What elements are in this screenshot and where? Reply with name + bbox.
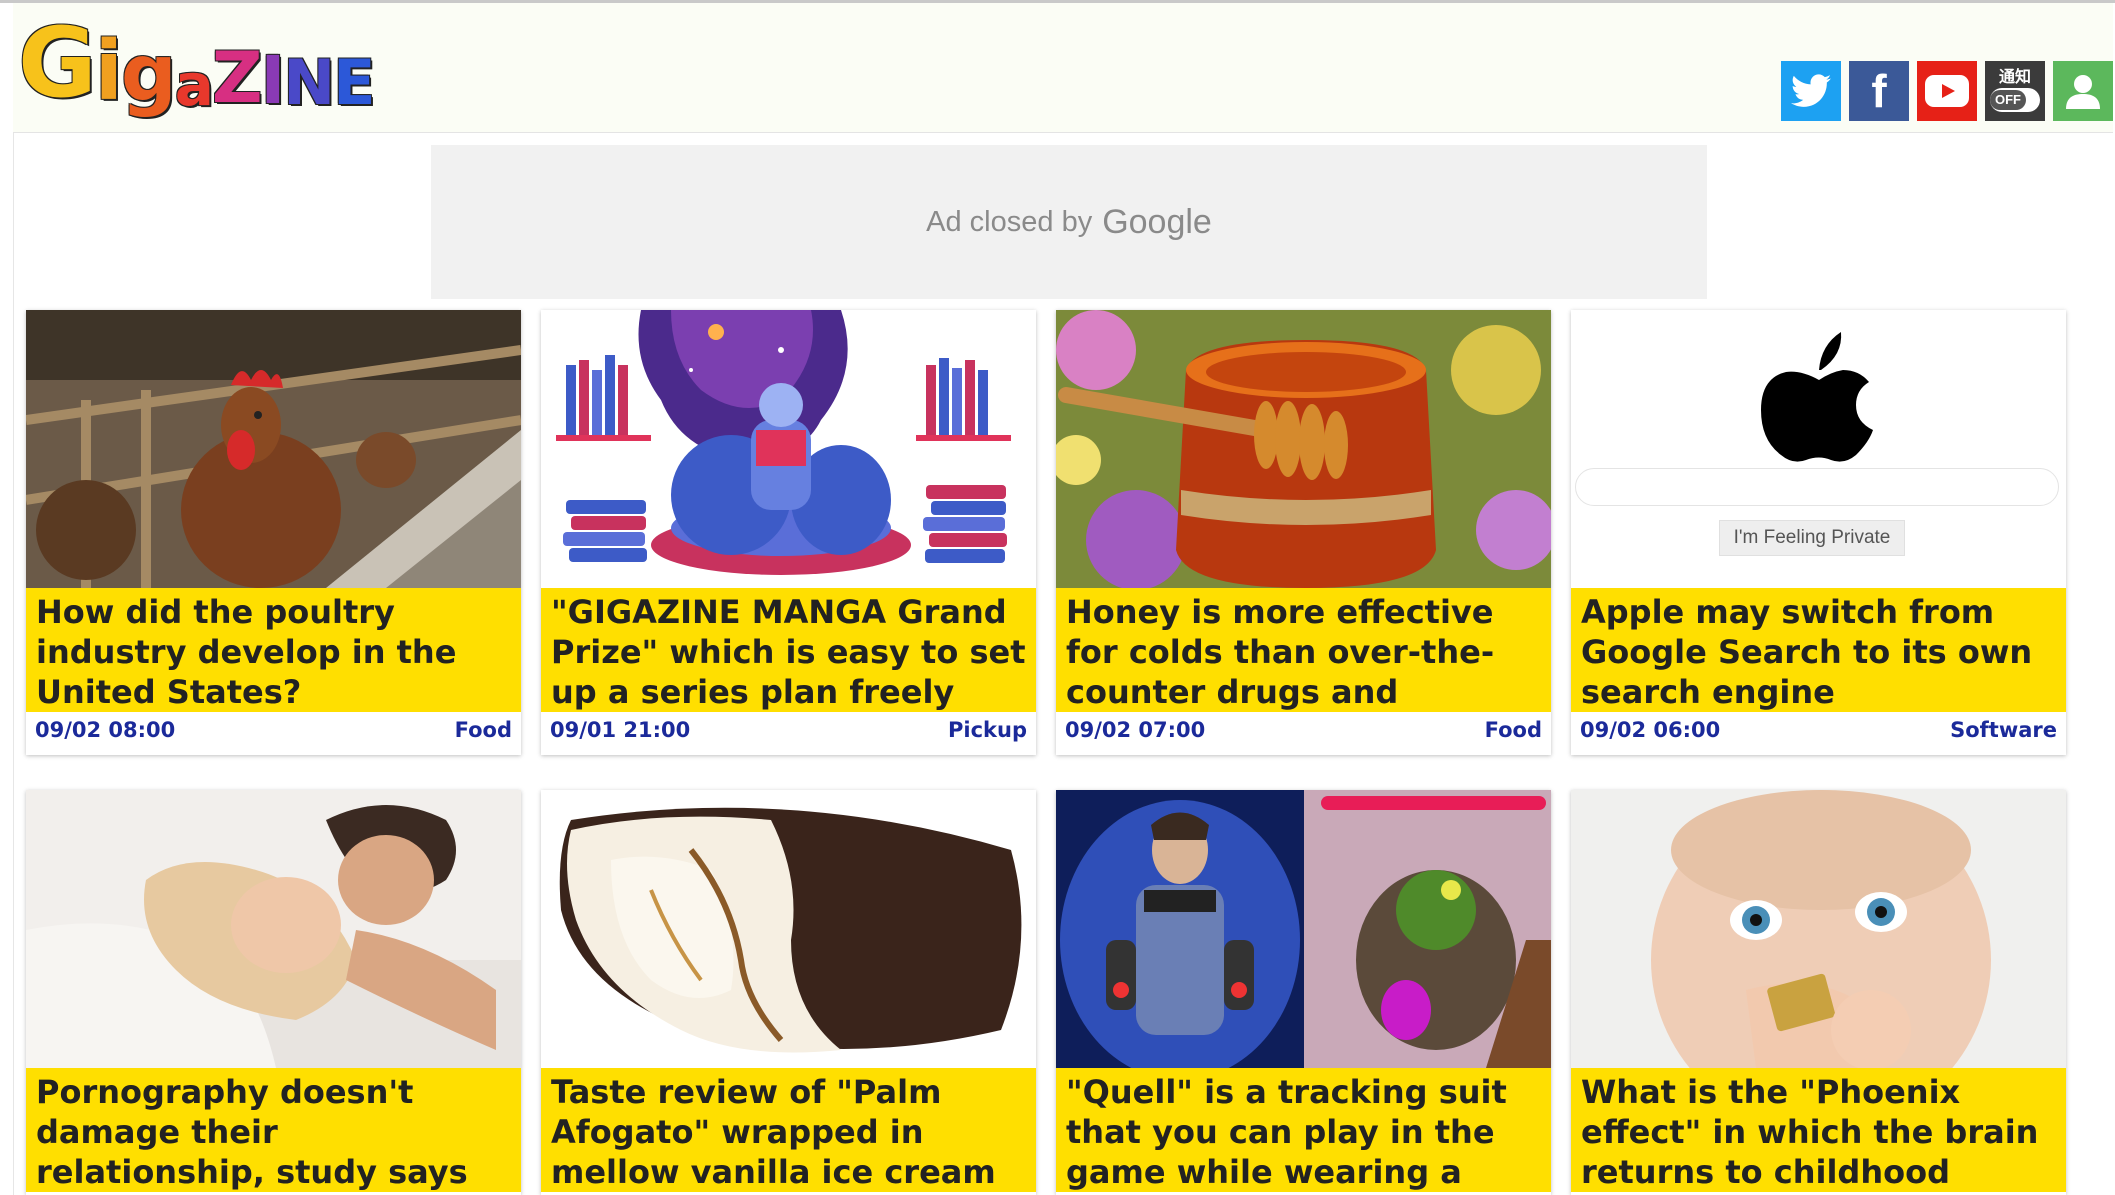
article-meta: 09/02 06:00 Software xyxy=(1571,712,2066,748)
article-title[interactable]: Honey is more effective for colds than o… xyxy=(1056,588,1551,712)
ad-slot: Ad closed by Google xyxy=(431,145,1707,299)
article-date: 09/02 08:00 xyxy=(35,718,176,742)
reading-illustration-image xyxy=(541,310,1036,588)
article-title[interactable]: Apple may switch from Google Search to i… xyxy=(1571,588,2066,712)
social-links: f 通知 OFF xyxy=(1781,61,2113,121)
tracking-suit-game-image xyxy=(1056,790,1551,1068)
article-card[interactable]: I'm Feeling Private Apple may switch fro… xyxy=(1571,310,2066,755)
youtube-icon xyxy=(1925,75,1969,107)
notification-label: 通知 xyxy=(1998,69,2031,86)
hen-in-cage-image xyxy=(26,310,521,588)
article-title[interactable]: What is the "Phoenix effect" in which th… xyxy=(1571,1068,2066,1192)
youtube-button[interactable] xyxy=(1917,61,1977,121)
honey-jar-image xyxy=(1056,310,1551,588)
notification-toggle[interactable]: 通知 OFF xyxy=(1985,61,2045,121)
article-card[interactable]: "Quell" is a tracking suit that you can … xyxy=(1056,790,1551,1195)
article-card[interactable]: Taste review of "Palm Afogato" wrapped i… xyxy=(541,790,1036,1195)
feeling-private-button: I'm Feeling Private xyxy=(1719,520,1905,556)
article-thumbnail[interactable] xyxy=(1571,790,2066,1068)
article-category[interactable]: Pickup xyxy=(948,718,1027,742)
article-category[interactable]: Software xyxy=(1950,718,2057,742)
couple-image xyxy=(26,790,521,1068)
article-meta: 09/01 21:00 Pickup xyxy=(541,712,1036,748)
logo-letter: i xyxy=(94,24,123,119)
site-logo[interactable]: G i g a Z I N E xyxy=(18,7,375,119)
logo-letter: I xyxy=(260,42,286,119)
article-title[interactable]: "GIGAZINE MANGA Grand Prize" which is ea… xyxy=(541,588,1036,712)
article-category[interactable]: Food xyxy=(1485,718,1542,742)
article-date: 09/01 21:00 xyxy=(550,718,691,742)
article-meta: 09/02 07:00 Food xyxy=(1056,712,1551,748)
logo-letter: Z xyxy=(211,37,263,119)
article-thumbnail[interactable]: I'm Feeling Private xyxy=(1571,310,2066,588)
article-date: 09/02 06:00 xyxy=(1580,718,1721,742)
article-card[interactable]: "GIGAZINE MANGA Grand Prize" which is ea… xyxy=(541,310,1036,755)
article-thumbnail[interactable] xyxy=(1056,310,1551,588)
article-thumbnail[interactable] xyxy=(26,790,521,1068)
search-bar xyxy=(1575,468,2059,506)
ad-closed-text: Ad closed by xyxy=(926,205,1093,238)
article-thumbnail[interactable] xyxy=(541,310,1036,588)
facebook-button[interactable]: f xyxy=(1849,61,1909,121)
toggle-switch: OFF xyxy=(1990,88,2040,112)
article-thumbnail[interactable] xyxy=(541,790,1036,1068)
logo-letter: E xyxy=(333,46,375,119)
article-title[interactable]: Taste review of "Palm Afogato" wrapped i… xyxy=(541,1068,1036,1192)
google-logo: Google xyxy=(1102,202,1212,241)
article-date: 09/02 07:00 xyxy=(1065,718,1206,742)
baby-image xyxy=(1571,790,2066,1068)
article-thumbnail[interactable] xyxy=(1056,790,1551,1068)
user-icon xyxy=(2066,75,2100,109)
article-title[interactable]: "Quell" is a tracking suit that you can … xyxy=(1056,1068,1551,1192)
logo-letter: g xyxy=(120,29,177,119)
ice-cream-bar-image xyxy=(541,790,1036,1068)
article-category[interactable]: Food xyxy=(455,718,512,742)
main-content: Ad closed by Google How did the poultry … xyxy=(13,133,2103,1195)
twitter-button[interactable] xyxy=(1781,61,1841,121)
article-card[interactable]: What is the "Phoenix effect" in which th… xyxy=(1571,790,2066,1195)
logo-letter: G xyxy=(18,7,97,119)
logo-letter: N xyxy=(283,46,335,119)
user-button[interactable] xyxy=(2053,61,2113,121)
twitter-icon xyxy=(1791,74,1831,107)
facebook-icon: f xyxy=(1871,65,1887,117)
article-card[interactable]: How did the poultry industry develop in … xyxy=(26,310,521,755)
article-card[interactable]: Pornography doesn't damage their relatio… xyxy=(26,790,521,1195)
article-card[interactable]: Honey is more effective for colds than o… xyxy=(1056,310,1551,755)
notification-state: OFF xyxy=(1990,90,2026,110)
logo-letter: a xyxy=(174,51,214,119)
article-meta: 09/02 08:00 Food xyxy=(26,712,521,748)
site-header: G i g a Z I N E f 通知 OFF xyxy=(13,3,2113,133)
article-title[interactable]: Pornography doesn't damage their relatio… xyxy=(26,1068,521,1192)
article-title[interactable]: How did the poultry industry develop in … xyxy=(26,588,521,712)
article-thumbnail[interactable] xyxy=(26,310,521,588)
